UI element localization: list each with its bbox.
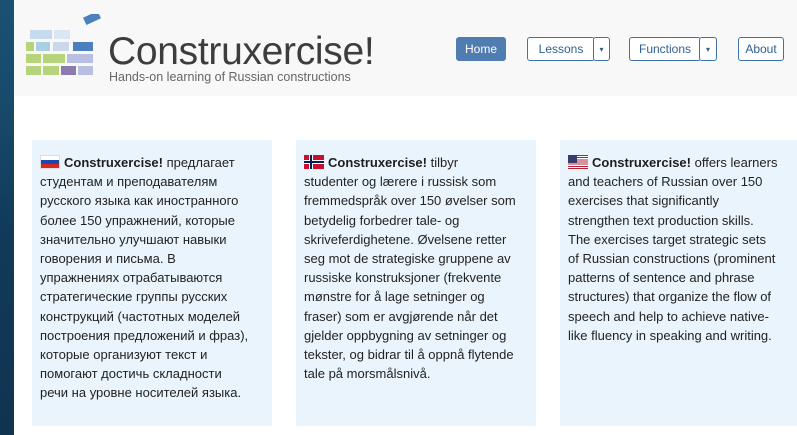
card-english: Construxercise! offers learners and teac… <box>560 140 797 426</box>
card-text-line: которые организуют текст и <box>40 347 208 363</box>
brand-tagline: Hands-on learning of Russian constructio… <box>109 70 351 84</box>
card-text-line: fremmedspråk over 150 øvelser som <box>304 193 516 209</box>
card-russian-line: Construxercise! предлагает <box>40 153 262 172</box>
card-text-line: конструкций (частотных моделей <box>40 308 241 324</box>
nav-home-button[interactable]: Home <box>456 37 506 61</box>
card-text-line: russiske konstruksjoner (frekvente <box>304 270 502 286</box>
norway-flag-icon <box>304 155 324 169</box>
brand-name: Construxercise! <box>108 30 375 73</box>
card-text-line: exercises that significantly <box>568 193 720 209</box>
card-norwegian: Construxercise! tilbyr studenter og lære… <box>296 140 536 426</box>
card-text-line: structures) that organize the flow of <box>568 289 772 305</box>
card-text-line: strengthen text production skills. <box>568 212 754 228</box>
card-text-line: fraser) som er avgjørende når det <box>304 308 498 324</box>
card-text-line: studenter og lærere i russisk som <box>304 174 497 190</box>
russia-flag-icon <box>40 155 60 169</box>
nav-lessons-dropdown-toggle[interactable]: ▾ <box>593 37 610 61</box>
card-text-line: gjelder oppbygning av setninger og <box>304 327 507 343</box>
site-header: Construxercise! Hands-on learning of Rus… <box>14 0 797 96</box>
usa-flag-icon <box>568 155 588 169</box>
card-text-line: студентам и преподавателям <box>40 174 218 190</box>
brick-logo-icon <box>26 14 101 75</box>
nav-about-button[interactable]: About <box>738 37 784 61</box>
card-text-line: упражнениях отрабатываются <box>40 270 223 286</box>
card-russian-title: Construxercise! <box>64 155 163 170</box>
card-text-line: speech and help to achieve native- <box>568 308 769 324</box>
card-text-line: значительно улучшают навыки <box>40 231 227 247</box>
card-text-line: помогают достичь складности <box>40 366 222 382</box>
logo[interactable]: Construxercise! Hands-on learning of Rus… <box>26 14 375 84</box>
card-text-line: tale på morsmålsnivå. <box>304 366 431 382</box>
nav-functions-button[interactable]: Functions <box>629 37 701 61</box>
card-text-line: mønstre for å lage setninger og <box>304 289 485 305</box>
chevron-down-icon: ▾ <box>599 44 604 54</box>
card-text-line: The exercises target strategic sets <box>568 231 766 247</box>
card-norwegian-title: Construxercise! <box>328 155 427 170</box>
page: Construxercise! Hands-on learning of Rus… <box>14 0 797 435</box>
card-english-title: Construxercise! <box>592 155 691 170</box>
nav-functions-dropdown-toggle[interactable]: ▾ <box>699 37 717 61</box>
card-text-line: betydelig forbedrer tale- og <box>304 212 460 228</box>
card-text-line: речи на уровне носителей языка. <box>40 385 242 401</box>
card-text-line: seg mot de strategiske gruppene av <box>304 251 511 267</box>
card-text-line: like fluency in speaking and writing. <box>568 327 772 343</box>
card-text-line: tekster, og bidrar til å oppnå flytende <box>304 347 514 363</box>
card-text-line: patterns of sentence and phrase <box>568 270 755 286</box>
card-text-line: построения предложений и фраз), <box>40 327 249 343</box>
card-norwegian-line: Construxercise! tilbyr <box>304 153 526 172</box>
card-text-line: of Russian constructions (prominent <box>568 251 776 267</box>
card-text-line: более 150 упражнений, которые <box>40 212 235 228</box>
card-text-line: говорения и письма. В <box>40 251 176 267</box>
card-text-line: стратегические группы русских <box>40 289 228 305</box>
card-text-line: русского языка как иностранного <box>40 193 239 209</box>
card-text-line: and teachers of Russian over 150 <box>568 174 763 190</box>
card-english-line: Construxercise! offers learners <box>568 153 790 172</box>
chevron-down-icon: ▾ <box>705 44 710 54</box>
nav-lessons-button[interactable]: Lessons <box>527 37 595 61</box>
card-russian: Construxercise! предлагает студентам и п… <box>32 140 272 426</box>
card-text-line: skriveferdighetene. Øvelsene retter <box>304 231 507 247</box>
